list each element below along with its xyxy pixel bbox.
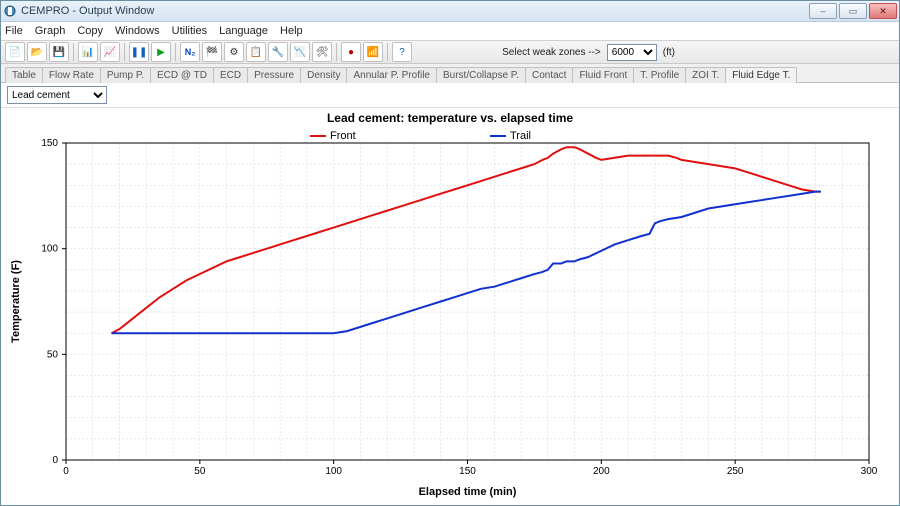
tab-fluid-front[interactable]: Fluid Front [572,67,634,83]
toolbar-sep [124,43,125,61]
tool-circle-icon[interactable]: ● [341,42,361,62]
tool-gear-icon[interactable]: ⚙ [224,42,244,62]
tab-bar: Table Flow Rate Pump P. ECD @ TD ECD Pre… [1,64,899,83]
tab-pump-p[interactable]: Pump P. [100,67,151,83]
menu-graph[interactable]: Graph [35,25,66,37]
chart-svg: 0 50 100 150 200 250 300 0 50 100 150 Lead cement: … [1,108,899,505]
tab-contact[interactable]: Contact [525,67,573,83]
tool-save-icon[interactable]: 💾 [49,42,69,62]
menu-windows[interactable]: Windows [115,25,160,37]
window-title: CEMPRO - Output Window [21,5,809,17]
series-select[interactable]: Lead cement [7,86,107,104]
tool-pause-icon[interactable]: ❚❚ [129,42,149,62]
tool-new-icon[interactable]: 📄 [5,42,25,62]
tab-zoi-t[interactable]: ZOI T. [685,67,726,83]
tab-annular[interactable]: Annular P. Profile [346,67,437,83]
maximize-button[interactable]: ▭ [839,3,867,19]
tool-linechart-icon[interactable]: 📈 [100,42,120,62]
tab-table[interactable]: Table [5,67,43,83]
tab-density[interactable]: Density [300,67,347,83]
svg-text:Lead cement: temperature vs. e: Lead cement: temperature vs. elapsed tim… [327,111,573,125]
weak-zones-unit: (ft) [663,47,675,58]
toolbar-sep [387,43,388,61]
svg-text:0: 0 [63,466,69,477]
tool-plot-icon[interactable]: 📉 [290,42,310,62]
menu-language[interactable]: Language [219,25,268,37]
tab-burst[interactable]: Burst/Collapse P. [436,67,526,83]
svg-text:0: 0 [52,455,58,466]
tool-copy-icon[interactable]: 📋 [246,42,266,62]
svg-text:200: 200 [593,466,610,477]
toolbar-sep [175,43,176,61]
titlebar: CEMPRO - Output Window – ▭ ✕ [1,1,899,22]
menu-utilities[interactable]: Utilities [172,25,207,37]
weak-zones-select[interactable]: 6000 [607,44,657,61]
svg-text:50: 50 [47,349,59,360]
chart-area: 0 50 100 150 200 250 300 0 50 100 150 Lead cement: … [1,108,899,505]
svg-text:150: 150 [41,138,58,149]
svg-text:100: 100 [325,466,342,477]
svg-text:300: 300 [861,466,878,477]
toolbar-sep [336,43,337,61]
svg-text:150: 150 [459,466,476,477]
toolbar-sep [73,43,74,61]
weak-zones-label: Select weak zones --> [502,47,601,58]
menu-help[interactable]: Help [280,25,303,37]
app-window: CEMPRO - Output Window – ▭ ✕ File Graph … [0,0,900,506]
menu-file[interactable]: File [5,25,23,37]
toolbar: 📄 📂 💾 📊 📈 ❚❚ ▶ N₂ 🏁 ⚙ 📋 🔧 📉 🛠 ● 📶 ? Sele… [1,41,899,64]
tab-fluid-edge-t[interactable]: Fluid Edge T. [725,67,797,83]
tool-flag-icon[interactable]: 🏁 [202,42,222,62]
tool-help-icon[interactable]: ? [392,42,412,62]
svg-text:250: 250 [727,466,744,477]
tool-play-icon[interactable]: ▶ [151,42,171,62]
svg-text:Elapsed time (min): Elapsed time (min) [419,486,517,498]
app-icon [3,4,17,18]
tab-ecd-td[interactable]: ECD @ TD [150,67,214,83]
window-buttons: – ▭ ✕ [809,3,897,19]
svg-text:Front: Front [330,130,356,142]
tab-ecd[interactable]: ECD [213,67,248,83]
tab-pressure[interactable]: Pressure [247,67,301,83]
tool-settings-icon[interactable]: 🔧 [268,42,288,62]
selector-bar: Lead cement [1,83,899,108]
menubar: File Graph Copy Windows Utilities Langua… [1,22,899,41]
tool-n2-icon[interactable]: N₂ [180,42,200,62]
tool-open-icon[interactable]: 📂 [27,42,47,62]
minimize-button[interactable]: – [809,3,837,19]
svg-text:100: 100 [41,244,58,255]
close-button[interactable]: ✕ [869,3,897,19]
svg-text:Trail: Trail [510,130,531,142]
svg-text:Temperature (F): Temperature (F) [10,260,22,343]
tool-wifi-icon[interactable]: 📶 [363,42,383,62]
tab-flow-rate[interactable]: Flow Rate [42,67,101,83]
tab-t-profile[interactable]: T. Profile [633,67,686,83]
menu-copy[interactable]: Copy [77,25,103,37]
svg-text:50: 50 [194,466,206,477]
tool-settings2-icon[interactable]: 🛠 [312,42,332,62]
tool-barchart-icon[interactable]: 📊 [78,42,98,62]
